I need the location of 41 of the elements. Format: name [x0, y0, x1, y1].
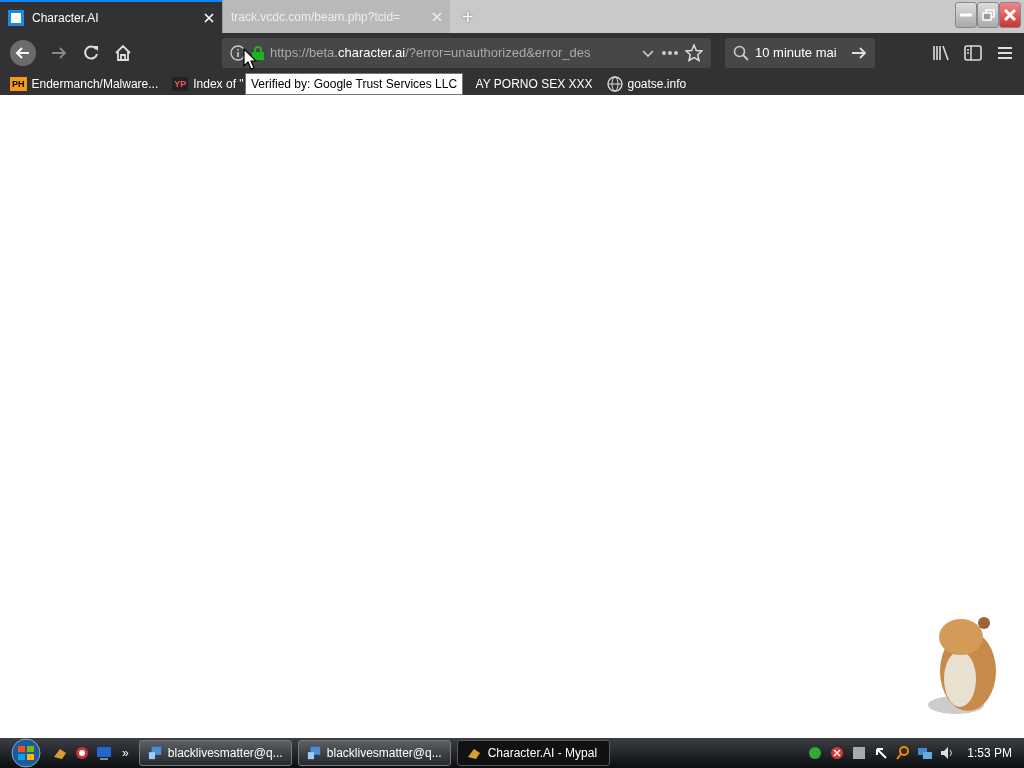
- search-field[interactable]: 10 minute mai: [725, 38, 875, 68]
- info-icon: [230, 45, 246, 61]
- site-icon: [8, 9, 24, 26]
- bookmark-icon: PH: [10, 77, 27, 91]
- tab-title: Character.AI: [32, 9, 100, 27]
- bookmark[interactable]: YP Index of ": [172, 75, 244, 93]
- cursor-icon: [243, 48, 257, 70]
- restore-button[interactable]: [977, 2, 999, 28]
- address-bar[interactable]: https://beta.character.ai/?error=unauthorized&error_des: [222, 38, 711, 68]
- padlock-icon: [252, 46, 264, 60]
- clock[interactable]: 1:53 PM: [967, 744, 1012, 762]
- arrow-right-icon[interactable]: [851, 45, 867, 61]
- taskbar-button[interactable]: Character.AI - Mypal: [456, 740, 610, 766]
- sidebar-icon: [964, 44, 982, 62]
- taskbar-button[interactable]: blacklivesmatter@q...: [297, 740, 451, 766]
- library-icon: [932, 44, 950, 62]
- home-icon: [114, 44, 132, 62]
- browser-tab[interactable]: Character.AI: [0, 0, 222, 33]
- more-icon[interactable]: [661, 50, 679, 56]
- close-icon: [1004, 9, 1016, 21]
- bookmark[interactable]: PH Endermanch/Malware...: [10, 75, 159, 93]
- reload-icon: [82, 44, 100, 62]
- search-text[interactable]: 10 minute mai: [755, 43, 845, 63]
- bookmark-icon: YP: [172, 77, 189, 91]
- url-text[interactable]: https://beta.character.ai/?error=unauthorized&error_des: [270, 43, 635, 63]
- blocked-icon[interactable]: [829, 745, 846, 761]
- star-icon[interactable]: [685, 44, 703, 62]
- close-button[interactable]: [999, 2, 1021, 28]
- tooltip: Verified by: Google Trust Services LLC: [245, 73, 464, 95]
- more-button[interactable]: »: [118, 740, 133, 766]
- bookmark[interactable]: goatse.info: [606, 75, 687, 93]
- bookmark[interactable]: AY PORNO SEX XXX: [475, 75, 593, 93]
- minimize-icon: [960, 13, 972, 17]
- monitor-icon[interactable]: [96, 745, 112, 761]
- search-icon: [733, 45, 749, 61]
- menu-icon: [996, 44, 1014, 62]
- minimize-button[interactable]: [955, 2, 977, 28]
- taskbar-button[interactable]: blacklivesmatter@q...: [138, 740, 292, 766]
- restore-icon: [981, 9, 995, 21]
- back-icon: [10, 40, 36, 66]
- search-icon[interactable]: [895, 745, 912, 761]
